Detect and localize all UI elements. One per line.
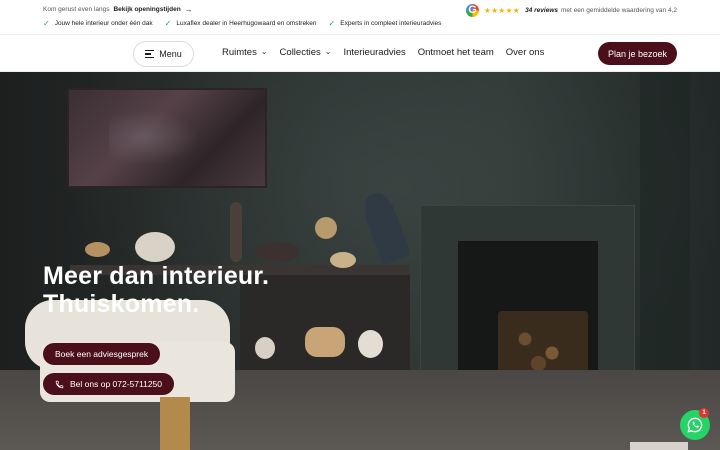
phone-icon (55, 380, 64, 388)
hero-side-table (160, 397, 190, 450)
opening-hours-link[interactable]: Bekijk openingstijden (113, 6, 180, 13)
call-us-button[interactable]: Bel ons op 072-5711250 (43, 373, 175, 395)
nav-item-label: Collecties (279, 47, 321, 58)
call-us-label: Bel ons op 072-5711250 (70, 379, 163, 389)
hero-fireplace (420, 205, 635, 381)
nav-item-ruimtes[interactable]: Ruimtes ⌄ (222, 47, 268, 58)
plan-visit-button[interactable]: Plan je bezoek (598, 42, 677, 65)
usp-item: ✓ Jouw hele interieur onder één dak (43, 19, 153, 28)
nav-item-ontmoet-het-team[interactable]: Ontmoet het team (418, 47, 494, 58)
sculpture (135, 232, 175, 262)
notification-badge: 1 (699, 408, 709, 418)
check-icon: ✓ (328, 19, 336, 28)
menu-button[interactable]: Menu (133, 41, 194, 67)
hero-title-line1: Meer dan interieur. (43, 262, 270, 290)
sculpture (255, 242, 300, 262)
book-consultation-label: Boek een adviesgesprek (55, 349, 149, 359)
usp-item: ✓ Experts in compleet interieuradvies (329, 19, 442, 28)
usp-list: ✓ Jouw hele interieur onder één dak ✓ Lu… (43, 19, 441, 28)
top-bar: Kom gerust even langs Bekijk openingstij… (0, 0, 720, 34)
hero-tray (630, 442, 688, 450)
review-count: 34 reviews (525, 7, 558, 14)
check-icon: ✓ (164, 19, 172, 28)
nav-links: Ruimtes ⌄ Collecties ⌄ Interieuradvies O… (222, 47, 544, 58)
google-reviews[interactable]: G ★★★★★ 34 reviews met een gemiddelde wa… (465, 4, 677, 17)
arrow-right-icon[interactable]: → (185, 5, 193, 14)
nav-item-collecties[interactable]: Collecties ⌄ (280, 47, 332, 58)
sculpture (255, 337, 275, 359)
whatsapp-icon (687, 417, 703, 433)
menu-label: Menu (159, 49, 182, 59)
sculpture (330, 252, 356, 268)
sculpture (230, 202, 242, 262)
sculpture (85, 242, 110, 257)
nav-item-label: Ruimtes (222, 47, 257, 58)
hero-title: Meer dan interieur. Thuiskomen. (43, 262, 269, 318)
book-consultation-button[interactable]: Boek een adviesgesprek (43, 343, 161, 365)
chevron-down-icon: ⌄ (260, 47, 268, 56)
hero-painting (67, 88, 267, 188)
chevron-down-icon: ⌄ (324, 47, 332, 56)
rating-text: met een gemiddelde waardering van 4,2 (561, 7, 677, 14)
usp-text: Luxaflex dealer in Heerhugowaard en omst… (176, 20, 317, 27)
check-icon: ✓ (43, 19, 50, 28)
nav-item-over-ons[interactable]: Over ons (506, 47, 545, 58)
sculpture (315, 217, 337, 239)
sculpture (305, 327, 345, 357)
menu-icon (145, 50, 155, 58)
hero-section: Meer dan interieur. Thuiskomen. Boek een… (0, 72, 720, 450)
usp-text: Experts in compleet interieuradvies (340, 20, 442, 27)
visit-text: Kom gerust even langs (43, 6, 110, 13)
rating-stars: ★★★★★ (483, 6, 521, 15)
google-logo-icon: G (465, 4, 479, 17)
hero-title-line2: Thuiskomen. (43, 290, 200, 318)
visit-info: Kom gerust even langs Bekijk openingstij… (43, 5, 193, 14)
usp-text: Jouw hele interieur onder één dak (54, 20, 153, 27)
nav-item-interieuradvies[interactable]: Interieuradvies (343, 47, 405, 58)
usp-item: ✓ Luxaflex dealer in Heerhugowaard en om… (165, 19, 317, 28)
sculpture (358, 330, 383, 358)
main-navigation: Menu Ruimtes ⌄ Collecties ⌄ Interieuradv… (0, 34, 720, 72)
